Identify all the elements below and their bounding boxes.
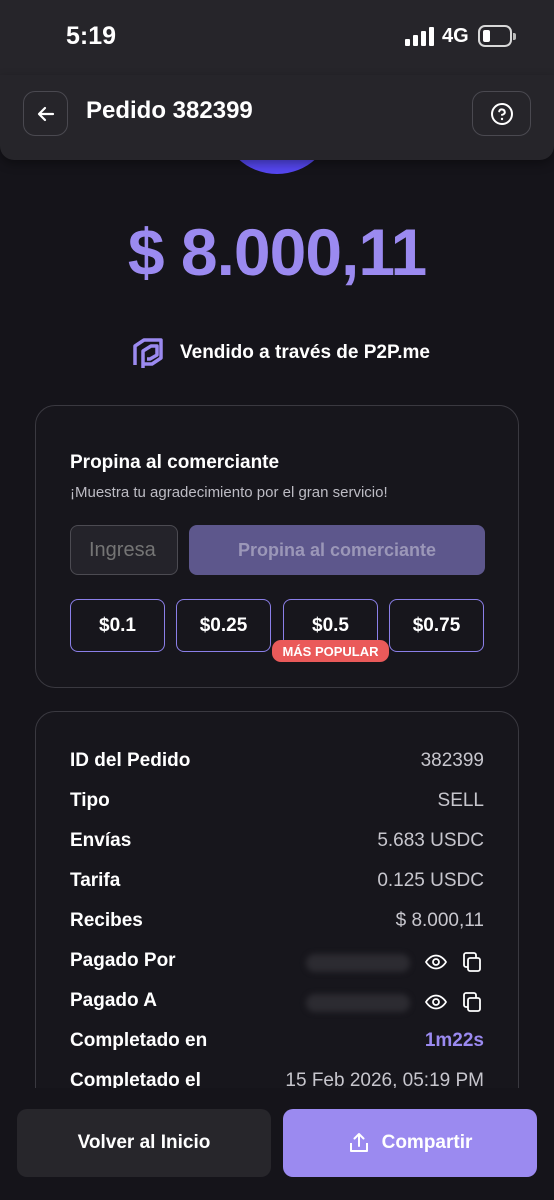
detail-row-paid-by: Pagado Por bbox=[70, 950, 484, 980]
tip-title: Propina al comerciante bbox=[70, 452, 280, 473]
tip-card: Propina al comerciante ¡Muestra tu agrad… bbox=[35, 405, 519, 688]
detail-label: Pagado A bbox=[70, 990, 157, 1011]
tip-option-0-25[interactable]: $0.25 bbox=[176, 599, 271, 652]
detail-row-sent: Envías 5.683 USDC bbox=[70, 830, 484, 860]
detail-value: $ 8.000,11 bbox=[395, 910, 484, 931]
bottom-action-bar: Volver al Inicio Compartir bbox=[0, 1088, 554, 1200]
tip-subtitle: ¡Muestra tu agradecimiento por el gran s… bbox=[70, 484, 388, 501]
home-button[interactable]: Volver al Inicio bbox=[17, 1109, 271, 1177]
p2p-logo-icon bbox=[133, 338, 163, 368]
tip-option-0-1[interactable]: $0.1 bbox=[70, 599, 165, 652]
detail-label: Completado en bbox=[70, 1030, 208, 1051]
tip-submit-button[interactable]: Propina al comerciante bbox=[189, 525, 485, 575]
tip-option-0-75[interactable]: $0.75 bbox=[389, 599, 484, 652]
page-title: Pedido 382399 bbox=[86, 97, 253, 124]
copy-icon[interactable] bbox=[460, 990, 484, 1014]
question-circle-icon bbox=[490, 102, 513, 125]
detail-value: 0.125 USDC bbox=[377, 870, 484, 891]
detail-row-type: Tipo SELL bbox=[70, 790, 484, 820]
detail-label: Completado el bbox=[70, 1070, 201, 1090]
detail-value: 5.683 USDC bbox=[377, 830, 484, 851]
popular-badge: MÁS POPULAR bbox=[272, 640, 389, 662]
detail-row-order-id: ID del Pedido 382399 bbox=[70, 750, 484, 780]
back-button[interactable] bbox=[23, 91, 68, 136]
detail-value: 382399 bbox=[420, 750, 484, 771]
redacted-value bbox=[306, 994, 410, 1012]
eye-icon[interactable] bbox=[424, 990, 448, 1014]
arrow-left-icon bbox=[37, 106, 54, 121]
redacted-value bbox=[306, 954, 410, 972]
share-icon bbox=[349, 1133, 368, 1152]
network-type: 4G bbox=[442, 25, 469, 47]
eye-icon[interactable] bbox=[424, 950, 448, 974]
share-label: Compartir bbox=[381, 1132, 473, 1153]
detail-value: 1m22s bbox=[424, 1030, 484, 1051]
detail-label: Tarifa bbox=[70, 870, 121, 891]
share-button[interactable]: Compartir bbox=[283, 1109, 537, 1177]
status-bar: 5:19 4G bbox=[0, 0, 554, 75]
detail-value: SELL bbox=[437, 790, 484, 811]
detail-row-received: Recibes $ 8.000,11 bbox=[70, 910, 484, 940]
detail-label: Envías bbox=[70, 830, 132, 851]
order-details-card: ID del Pedido 382399 Tipo SELL Envías 5.… bbox=[35, 711, 519, 1090]
copy-icon[interactable] bbox=[460, 950, 484, 974]
order-detail-scroll[interactable]: $ 8.000,11 Vendido a través de P2P.me Pr… bbox=[0, 150, 554, 1090]
signal-icon bbox=[405, 26, 435, 46]
detail-label: ID del Pedido bbox=[70, 750, 191, 771]
detail-row-fee: Tarifa 0.125 USDC bbox=[70, 870, 484, 900]
sold-via: Vendido a través de P2P.me bbox=[132, 333, 430, 373]
detail-row-paid-to: Pagado A bbox=[70, 990, 484, 1020]
help-button[interactable] bbox=[472, 91, 531, 136]
detail-label: Recibes bbox=[70, 910, 143, 931]
detail-value: 15 Feb 2026, 05:19 PM bbox=[285, 1070, 484, 1090]
header: Pedido 382399 bbox=[0, 75, 554, 160]
tip-amount-input[interactable] bbox=[70, 525, 178, 575]
detail-label: Pagado Por bbox=[70, 950, 176, 971]
detail-label: Tipo bbox=[70, 790, 110, 811]
order-amount: $ 8.000,11 bbox=[127, 215, 427, 289]
battery-icon bbox=[478, 25, 516, 47]
detail-row-completed-at: Completado el 15 Feb 2026, 05:19 PM bbox=[70, 1070, 484, 1090]
detail-row-completed-in: Completado en 1m22s bbox=[70, 1030, 484, 1060]
sold-via-text: Vendido a través de P2P.me bbox=[180, 342, 430, 363]
status-time: 5:19 bbox=[66, 22, 117, 50]
